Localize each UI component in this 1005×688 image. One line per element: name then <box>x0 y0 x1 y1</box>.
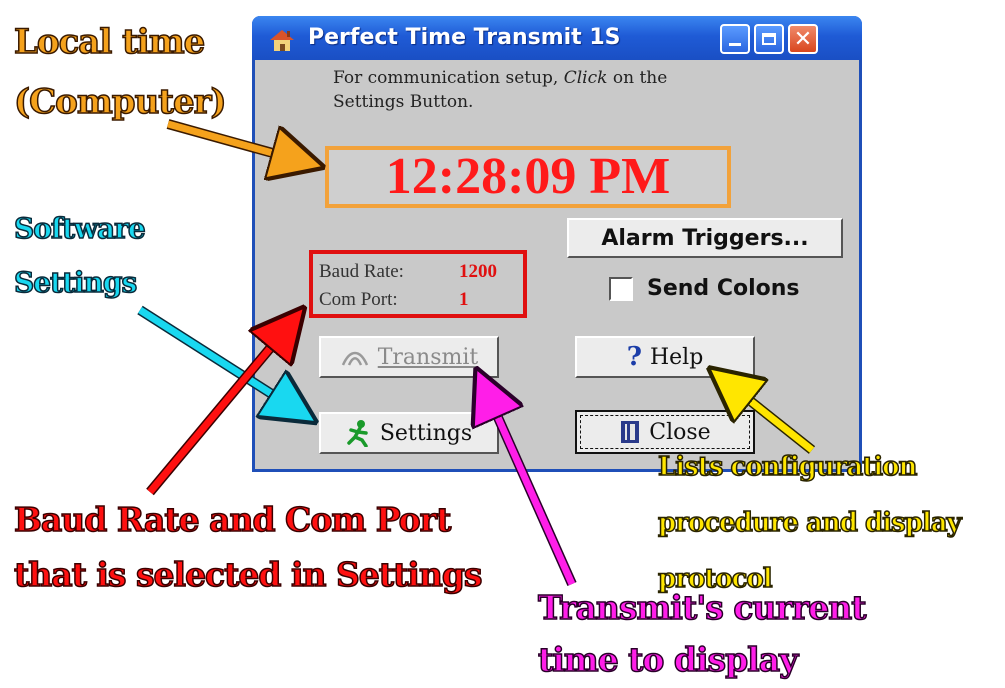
annotation-computer: (Computer) <box>13 81 227 123</box>
annotation-software: Software <box>13 211 146 246</box>
annotation-time-to-display: time to display <box>537 639 799 680</box>
annotation-baud-com: Baud Rate and Com Port <box>13 499 452 540</box>
annotation-lists-configuration: Lists configuration <box>657 451 918 483</box>
annotation-local-time: Local time <box>13 21 206 63</box>
annotation-transmit-current: Transmit's current <box>537 587 867 628</box>
annotation-selected-in-settings: that is selected in Settings <box>13 554 483 595</box>
annotation-procedure-display: procedure and display <box>657 507 962 539</box>
annotation-settings: Settings <box>13 265 138 300</box>
